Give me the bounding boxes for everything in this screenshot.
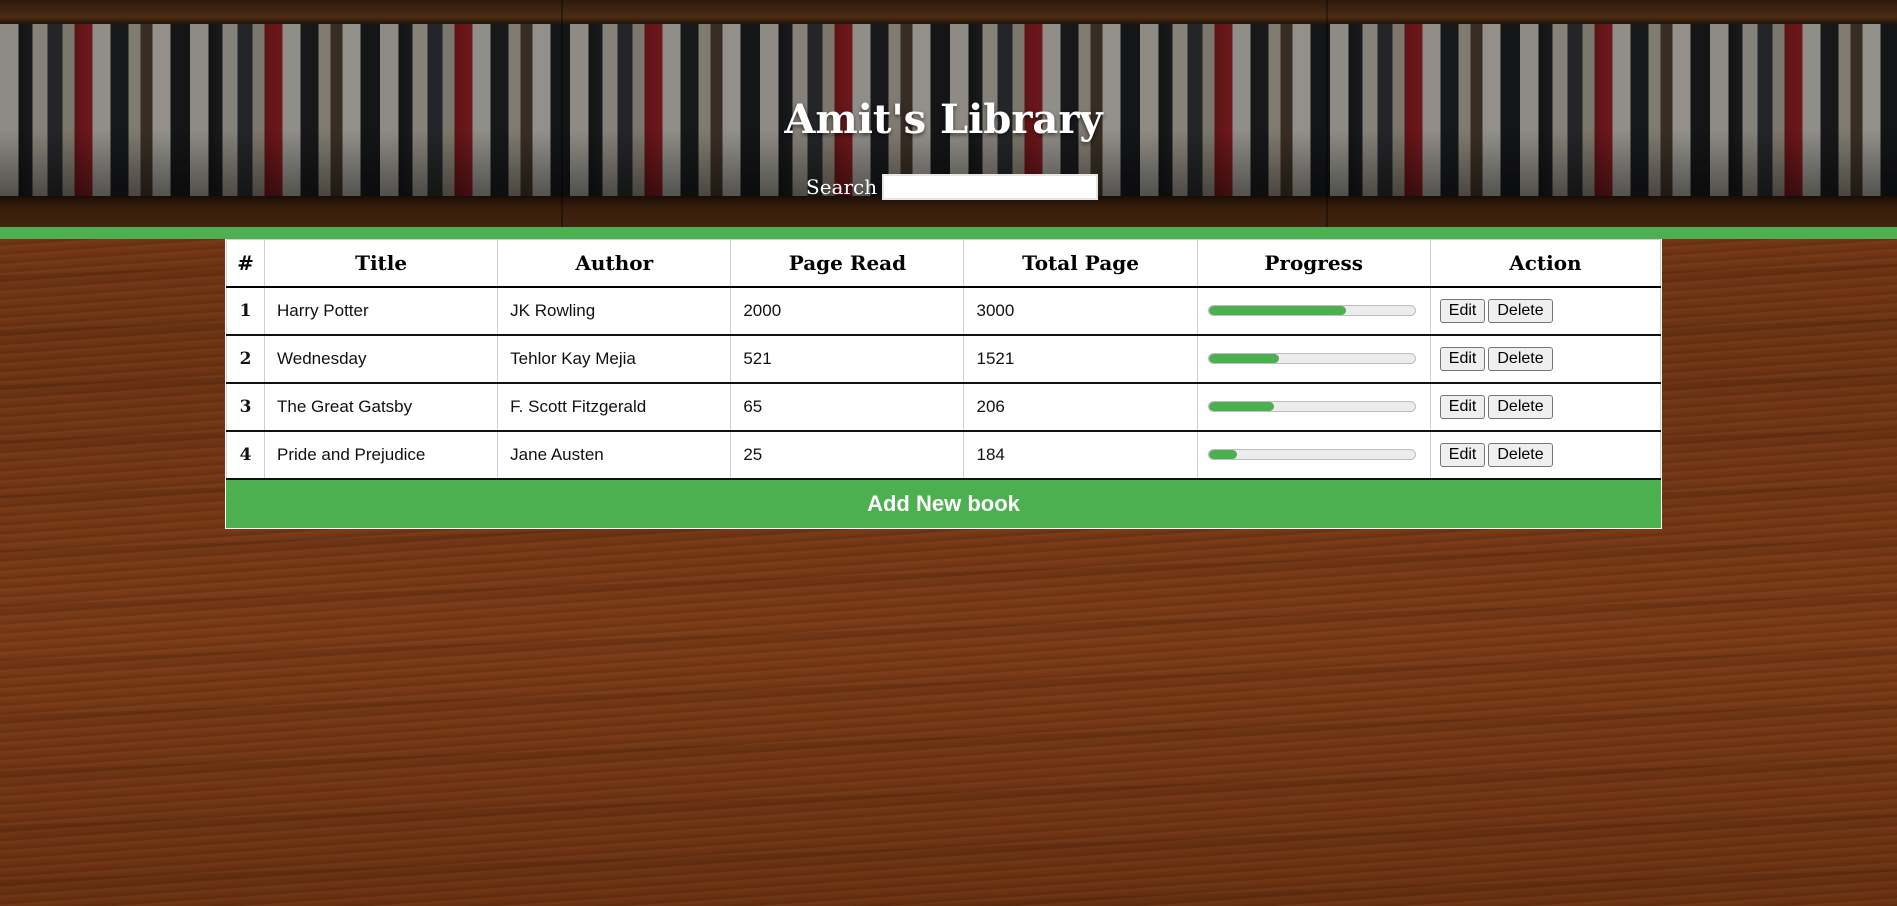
column-header-action: Action: [1429, 239, 1662, 287]
accent-divider: [0, 227, 1897, 239]
column-header-author: Author: [497, 239, 732, 287]
books-table: # Title Author Page Read Total Page Prog…: [225, 239, 1662, 480]
progress-bar: [1207, 305, 1416, 316]
progress-fill: [1208, 450, 1237, 459]
progress-bar: [1207, 401, 1416, 412]
column-header-title: Title: [264, 239, 499, 287]
books-table-container: # Title Author Page Read Total Page Prog…: [225, 239, 1662, 529]
delete-button[interactable]: Delete: [1488, 346, 1553, 371]
progress-bar: [1207, 449, 1416, 460]
row-number: 3: [225, 382, 266, 431]
edit-button[interactable]: Edit: [1439, 298, 1486, 323]
page-title: Amit's Library: [784, 96, 1103, 143]
delete-button[interactable]: Delete: [1488, 394, 1553, 419]
total-pages: 184: [963, 430, 1198, 479]
action-cell: Edit Delete: [1429, 382, 1662, 431]
action-cell: Edit Delete: [1429, 286, 1662, 335]
book-title: Wednesday: [264, 334, 499, 383]
progress-bar: [1207, 353, 1416, 364]
edit-button[interactable]: Edit: [1439, 442, 1486, 467]
table-row: 1 Harry Potter JK Rowling 2000 3000 Edit…: [225, 286, 1662, 335]
book-title: The Great Gatsby: [264, 382, 499, 431]
column-header-page-read: Page Read: [730, 239, 965, 287]
search-label: Search: [806, 175, 878, 199]
pages-read: 2000: [730, 286, 965, 335]
book-title: Harry Potter: [264, 286, 499, 335]
pages-read: 521: [730, 334, 965, 383]
book-author: Tehlor Kay Mejia: [497, 334, 732, 383]
progress-fill: [1208, 402, 1274, 411]
pages-read: 65: [730, 382, 965, 431]
delete-button[interactable]: Delete: [1488, 298, 1553, 323]
book-title: Pride and Prejudice: [264, 430, 499, 479]
table-row: 3 The Great Gatsby F. Scott Fitzgerald 6…: [225, 382, 1662, 431]
table-row: 4 Pride and Prejudice Jane Austen 25 184…: [225, 430, 1662, 479]
progress-fill: [1208, 306, 1347, 315]
table-row: 2 Wednesday Tehlor Kay Mejia 521 1521 Ed…: [225, 334, 1662, 383]
delete-button[interactable]: Delete: [1488, 442, 1553, 467]
add-new-book-button[interactable]: Add New book: [226, 479, 1661, 528]
book-author: Jane Austen: [497, 430, 732, 479]
edit-button[interactable]: Edit: [1439, 394, 1486, 419]
pages-read: 25: [730, 430, 965, 479]
book-author: F. Scott Fitzgerald: [497, 382, 732, 431]
progress-cell: [1196, 430, 1431, 479]
total-pages: 206: [963, 382, 1198, 431]
book-author: JK Rowling: [497, 286, 732, 335]
progress-cell: [1196, 334, 1431, 383]
total-pages: 3000: [963, 286, 1198, 335]
row-number: 4: [225, 430, 266, 479]
progress-fill: [1208, 354, 1280, 363]
column-header-number: #: [225, 239, 266, 287]
header-banner: Amit's Library Search: [0, 0, 1897, 227]
table-header-row: # Title Author Page Read Total Page Prog…: [225, 239, 1662, 287]
column-header-progress: Progress: [1196, 239, 1431, 287]
progress-cell: [1196, 382, 1431, 431]
action-cell: Edit Delete: [1429, 334, 1662, 383]
search-input[interactable]: [882, 174, 1099, 200]
row-number: 2: [225, 334, 266, 383]
search-bar: Search: [806, 174, 1099, 200]
total-pages: 1521: [963, 334, 1198, 383]
column-header-total-page: Total Page: [963, 239, 1198, 287]
row-number: 1: [225, 286, 266, 335]
progress-cell: [1196, 286, 1431, 335]
edit-button[interactable]: Edit: [1439, 346, 1486, 371]
action-cell: Edit Delete: [1429, 430, 1662, 479]
